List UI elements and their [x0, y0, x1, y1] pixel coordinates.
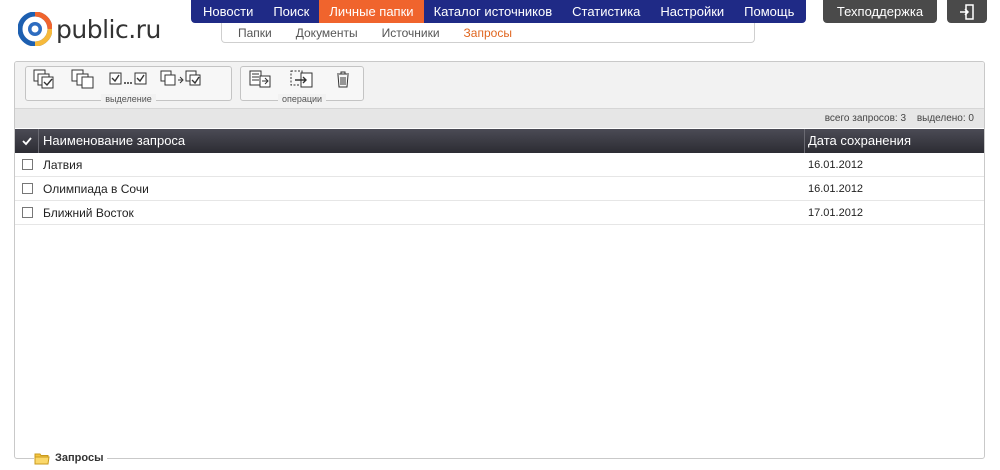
table-body: Латвия 16.01.2012 Олимпиада в Сочи 16.01… — [15, 153, 984, 225]
query-name[interactable]: Латвия — [43, 153, 82, 177]
sub-nav: Папки Документы Источники Запросы — [221, 23, 755, 43]
nav-source-catalog[interactable]: Каталог источников — [424, 0, 563, 23]
logo[interactable]: public.ru — [18, 9, 161, 49]
select-range-icon — [109, 72, 147, 85]
invert-selection-icon — [160, 70, 201, 86]
move-icon — [290, 70, 313, 88]
current-folder[interactable]: Запросы — [34, 449, 108, 467]
selected-count: выделено: 0 — [916, 113, 974, 124]
logout-icon — [960, 3, 974, 20]
column-header-date[interactable]: Дата сохранения — [804, 129, 911, 153]
query-name[interactable]: Олимпиада в Сочи — [43, 177, 149, 201]
invert-selection-button[interactable] — [160, 68, 206, 90]
table-header: Наименование запроса Дата сохранения — [15, 129, 984, 153]
toolbar: выделение операции — [15, 62, 984, 108]
queries-panel: выделение операции всего запросов: 3 выд… — [14, 61, 985, 459]
operations-group: операции — [240, 66, 364, 104]
query-name[interactable]: Ближний Восток — [43, 201, 134, 225]
move-button[interactable] — [288, 68, 315, 90]
nav-statistics[interactable]: Статистика — [562, 0, 650, 23]
query-date: 16.01.2012 — [808, 183, 864, 195]
select-all-button[interactable] — [32, 68, 60, 90]
total-queries-count: всего запросов: 3 — [824, 113, 907, 124]
select-all-checkbox[interactable] — [15, 129, 39, 153]
current-folder-label: Запросы — [55, 452, 104, 464]
operations-group-label: операции — [277, 94, 327, 104]
nav-search[interactable]: Поиск — [263, 0, 319, 23]
selection-group-label: выделение — [101, 94, 156, 104]
deselect-all-icon — [71, 69, 94, 89]
nav-settings[interactable]: Настройки — [650, 0, 734, 23]
nav-personal-folders[interactable]: Личные папки — [319, 0, 424, 23]
table-row: Олимпиада в Сочи 16.01.2012 — [15, 177, 984, 201]
subnav-folders[interactable]: Папки — [226, 26, 284, 40]
table-row: Ближний Восток 17.01.2012 — [15, 201, 984, 225]
row-checkbox[interactable] — [22, 159, 33, 170]
main-nav: Новости Поиск Личные папки Каталог источ… — [191, 0, 807, 23]
select-range-button[interactable] — [108, 68, 150, 90]
row-checkbox[interactable] — [22, 207, 33, 218]
nav-help[interactable]: Помощь — [734, 0, 804, 23]
row-checkbox[interactable] — [22, 183, 33, 194]
trash-icon — [337, 71, 350, 88]
copy-button[interactable] — [247, 68, 274, 90]
support-button[interactable]: Техподдержка — [823, 0, 937, 23]
copy-icon — [249, 70, 271, 88]
query-date: 16.01.2012 — [808, 159, 864, 171]
selection-group: выделение — [25, 66, 232, 104]
logo-text: public.ru — [56, 14, 161, 44]
column-header-name[interactable]: Наименование запроса — [43, 129, 185, 153]
subnav-queries[interactable]: Запросы — [452, 26, 524, 40]
folder-icon — [34, 453, 50, 464]
query-date: 17.01.2012 — [808, 207, 864, 219]
delete-button[interactable] — [330, 68, 357, 90]
logo-icon — [18, 12, 52, 46]
checkmark-icon — [21, 137, 32, 146]
subnav-documents[interactable]: Документы — [284, 26, 370, 40]
status-bar: всего запросов: 3 выделено: 0 — [15, 108, 984, 128]
deselect-all-button[interactable] — [70, 68, 98, 90]
table-row: Латвия 16.01.2012 — [15, 153, 984, 177]
subnav-sources[interactable]: Источники — [370, 26, 452, 40]
logout-button[interactable] — [947, 0, 987, 23]
select-all-icon — [33, 69, 54, 89]
nav-news[interactable]: Новости — [193, 0, 263, 23]
